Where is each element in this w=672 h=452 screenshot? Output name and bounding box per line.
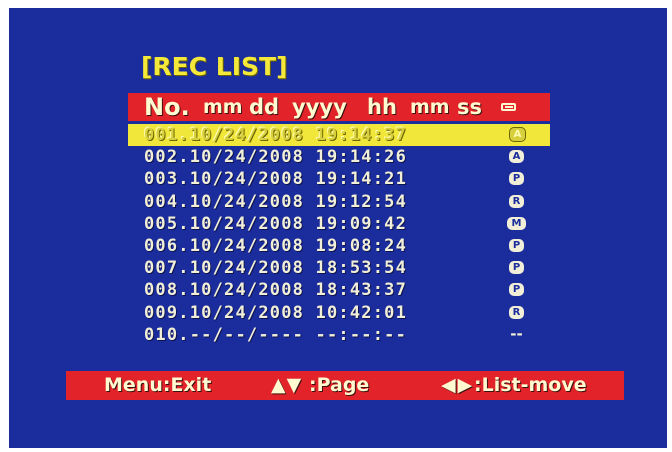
header-month: mm — [203, 96, 243, 118]
header-minute: mm — [410, 96, 450, 118]
list-item[interactable]: 001.10/24/2008 19:14:37 A — [128, 124, 550, 147]
record-type-badge: P — [509, 283, 524, 297]
record-type-badge: R — [509, 305, 524, 319]
list-item[interactable]: 007.10/24/2008 18:53:54 P — [128, 257, 558, 279]
header-no: No. — [144, 93, 190, 121]
record-type-badge: P — [509, 238, 524, 252]
record-datetime: 009.10/24/2008 10:42:01 — [144, 302, 408, 323]
battery-icon — [501, 103, 516, 111]
record-datetime: 001.10/24/2008 19:14:37 — [144, 125, 408, 145]
record-type-badge: P — [509, 261, 524, 275]
record-datetime: 002.10/24/2008 19:14:26 — [144, 147, 408, 168]
up-down-arrow-icon: ▲▼ — [271, 374, 303, 396]
list-item[interactable]: 004.10/24/2008 19:12:54 R — [128, 191, 558, 213]
list-item[interactable]: 009.10/24/2008 10:42:01 R — [128, 302, 558, 324]
column-header-bar: No. mm dd yyyy hh mm ss — [128, 93, 550, 121]
record-datetime: 010.--/--/---- --:--:-- — [144, 324, 408, 345]
record-type-badge: P — [509, 172, 524, 186]
list-item[interactable]: 002.10/24/2008 19:14:26 A — [128, 146, 558, 168]
record-type-badge: A — [509, 150, 524, 164]
rec-list-screen: [REC LIST] No. mm dd yyyy hh mm ss 001.1… — [9, 8, 667, 448]
list-item[interactable]: 006.10/24/2008 19:08:24 P — [128, 235, 558, 257]
record-datetime: 006.10/24/2008 19:08:24 — [144, 235, 408, 256]
header-year: yyyy — [292, 95, 347, 119]
header-second: ss — [457, 95, 482, 119]
menu-exit-hint: Menu:Exit — [104, 374, 212, 396]
record-list: 001.10/24/2008 19:14:37 A 002.10/24/2008 1… — [128, 124, 558, 346]
key-hint-bar: Menu:Exit ▲▼ :Page ◀▶ :List-move — [66, 371, 624, 400]
record-datetime: 008.10/24/2008 18:43:37 — [144, 280, 408, 301]
record-type-badge: A — [509, 127, 526, 142]
record-type-badge: -- — [510, 324, 523, 343]
record-datetime: 007.10/24/2008 18:53:54 — [144, 258, 408, 279]
list-move-hint: :List-move — [474, 374, 587, 396]
list-item[interactable]: 003.10/24/2008 19:14:21 P — [128, 168, 558, 190]
header-hour: hh — [367, 95, 397, 119]
list-item[interactable]: 005.10/24/2008 19:09:42 M — [128, 213, 558, 235]
record-type-badge: M — [507, 216, 526, 230]
record-datetime: 003.10/24/2008 19:14:21 — [144, 169, 408, 190]
record-type-badge: R — [509, 194, 524, 208]
list-item[interactable]: 010.--/--/---- --:--:-- -- — [128, 324, 558, 346]
page-title: [REC LIST] — [141, 52, 288, 81]
header-day: dd — [249, 95, 280, 119]
left-right-arrow-icon: ◀▶ — [441, 374, 475, 396]
record-datetime: 005.10/24/2008 19:09:42 — [144, 213, 408, 234]
list-item[interactable]: 008.10/24/2008 18:43:37 P — [128, 279, 558, 301]
record-datetime: 004.10/24/2008 19:12:54 — [144, 191, 408, 212]
page-hint: :Page — [309, 374, 370, 396]
